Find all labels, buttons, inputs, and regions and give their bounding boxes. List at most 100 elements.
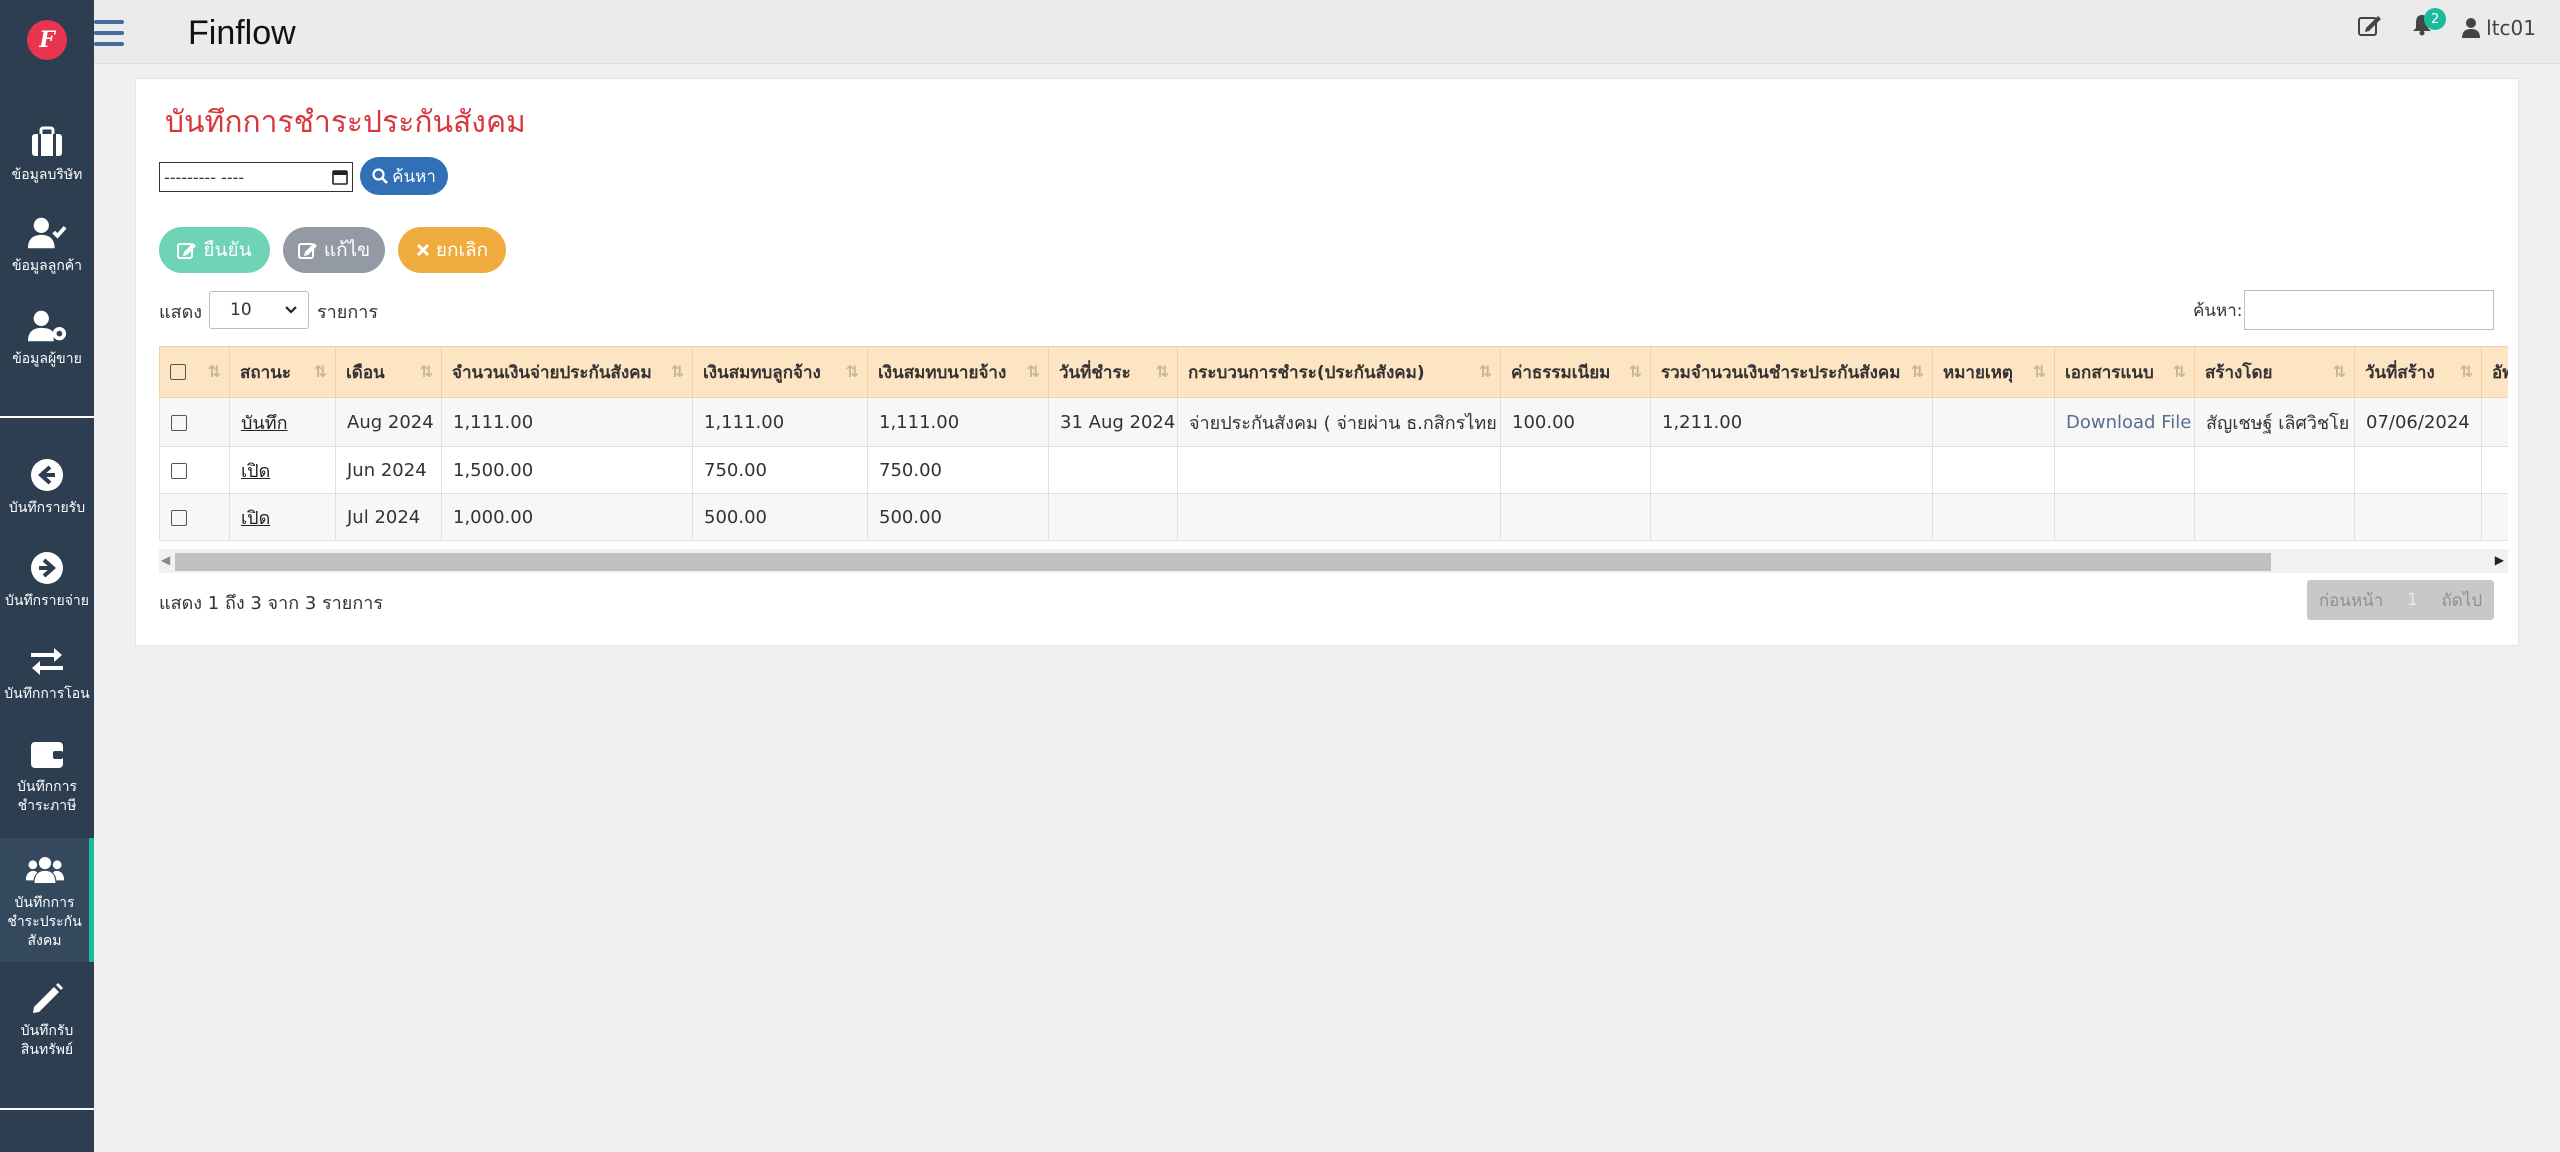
page-length-select[interactable]: 10 [209,291,309,329]
sidebar-item-expense[interactable]: บันทึกรายจ่าย [0,548,94,611]
select-all-checkbox[interactable] [170,364,186,380]
users-icon [25,850,65,890]
month-picker-input[interactable]: --------- ---- [159,162,353,192]
username: ltc01 [2486,15,2536,40]
confirm-button[interactable]: ยืนยัน [159,227,270,273]
month-cell: Aug 2024 [335,397,442,447]
scroll-left-arrow-icon[interactable]: ◀ [161,553,170,567]
employer-contribution-cell: 500.00 [867,493,1049,541]
column-header[interactable]: เงินสมทบนายจ้าง ⇅ [867,346,1049,398]
sidebar-item-customers[interactable]: ข้อมูลลูกค้า [0,213,94,276]
note-cell [1932,397,2055,447]
month-cell: Jun 2024 [335,446,442,494]
topbar-actions: 2 ltc01 [2358,8,2536,41]
scroll-right-arrow-icon[interactable]: ▶ [2495,553,2504,567]
sort-icon: ⇅ [1910,362,1924,381]
status-link[interactable]: เปิด [241,508,270,529]
created-by-cell [2194,493,2355,541]
sidebar: F ข้อมูลบริษัท ข้อมูลลูกค้า ข้อมูลผู้ขาย… [0,0,94,1152]
page-title: บันทึกการชำระประกันสังคม [165,105,526,140]
download-file-link[interactable]: Download File [2066,412,2191,433]
table-row: บันทึก Aug 2024 1,111.00 1,111.00 1,111.… [159,397,2508,447]
horizontal-scrollbar[interactable]: ◀ ▶ [159,549,2508,573]
topbar: Finflow 2 ltc01 [94,0,2560,64]
confirm-button-label: ยืนยัน [203,239,252,261]
sort-icon: ⇅ [1155,362,1169,381]
sidebar-divider [0,416,94,418]
arrow-left-circle-icon [27,455,67,495]
total-cell: 1,211.00 [1650,397,1933,447]
sidebar-item-social-security[interactable]: บันทึกการชำระประกันสังคม [0,838,94,962]
sidebar-item-income[interactable]: บันทึกรายรับ [0,455,94,518]
column-header[interactable]: กระบวนการชำระ(ประกันสังคม) ⇅ [1177,346,1501,398]
filter-input[interactable] [2244,290,2494,330]
column-header[interactable]: อัพ [2481,346,2508,398]
search-icon [372,168,389,184]
column-header[interactable]: ค่าธรรมเนียม ⇅ [1500,346,1651,398]
column-header[interactable]: สร้างโดย ⇅ [2194,346,2355,398]
process-cell [1177,446,1501,494]
status-cell: เปิด [229,493,336,541]
column-header[interactable]: หมายเหตุ ⇅ [1932,346,2055,398]
fee-cell [1500,446,1651,494]
sidebar-item-company[interactable]: ข้อมูลบริษัท [0,122,94,185]
column-header[interactable]: วันที่ชำระ ⇅ [1048,346,1178,398]
content-panel: บันทึกการชำระประกันสังคม --------- ---- … [135,78,2519,646]
sidebar-item-vendors[interactable]: ข้อมูลผู้ขาย [0,306,94,369]
status-link[interactable]: บันทึก [241,413,288,434]
search-button-label: ค้นหา [392,166,436,187]
column-header[interactable]: จำนวนเงินจ่ายประกันสังคม ⇅ [441,346,693,398]
notifications-button[interactable]: 2 [2412,8,2447,41]
pay-date-cell [1048,446,1178,494]
sort-icon: ⇅ [419,362,433,381]
pagination-next[interactable]: ถัดไป [2441,587,2482,614]
sidebar-item-label: บันทึกรายจ่าย [4,593,89,609]
app-logo[interactable]: F [27,20,67,60]
column-header[interactable]: สถานะ ⇅ [229,346,336,398]
search-button[interactable]: ค้นหา [360,157,448,195]
status-link[interactable]: เปิด [241,461,270,482]
status-cell: เปิด [229,446,336,494]
total-cell [1650,493,1933,541]
pagination-prev[interactable]: ก่อนหน้า [2319,587,2384,614]
social-security-table: ⇅ สถานะ ⇅ เดือน ⇅ จำนวนเงินจ่ายประกันสังคม… [159,346,2508,541]
edit-note-icon[interactable] [2358,14,2382,41]
row-checkbox[interactable] [171,509,187,526]
employee-contribution-cell: 1,111.00 [692,397,868,447]
wallet-icon [27,734,67,774]
created-by-cell: สัญเชษฐ์ เลิศวิชโย [2194,397,2355,447]
chevron-down-icon [285,306,297,314]
scrollbar-thumb[interactable] [175,553,2271,571]
created-date-cell: 07/06/2024 [2354,397,2482,447]
column-header[interactable]: วันที่สร้าง ⇅ [2354,346,2482,398]
sort-icon: ⇅ [1026,362,1040,381]
attachment-cell [2054,493,2195,541]
sort-icon[interactable]: ⇅ [208,362,221,381]
user-menu[interactable]: ltc01 [2462,16,2536,40]
sidebar-item-label: ข้อมูลบริษัท [11,167,83,183]
edit-button[interactable]: แก้ไข [283,227,385,273]
calendar-icon[interactable] [332,169,348,185]
column-header[interactable]: รวมจำนวนเงินชำระประกันสังคม ⇅ [1650,346,1933,398]
hamburger-menu-icon[interactable] [94,20,124,46]
sidebar-item-tax[interactable]: บันทึกการชำระภาษี [0,734,94,816]
sort-icon: ⇅ [670,362,684,381]
sort-icon: ⇅ [2332,362,2346,381]
pagination-current-page[interactable]: 1 [2407,590,2418,610]
sidebar-item-transfer[interactable]: บันทึกการโอน [0,641,94,704]
sidebar-divider [0,1108,94,1110]
row-checkbox[interactable] [171,414,187,431]
created-by-cell [2194,446,2355,494]
edit-icon [297,243,317,259]
column-header[interactable]: เอกสารแนบ ⇅ [2054,346,2195,398]
month-cell: Jul 2024 [335,493,442,541]
attachment-cell [2054,446,2195,494]
column-header[interactable]: เดือน ⇅ [335,346,442,398]
show-label: แสดง [159,302,203,323]
cancel-button[interactable]: ยกเลิก [398,227,506,273]
column-header[interactable]: เงินสมทบลูกจ้าง ⇅ [692,346,868,398]
amount-cell: 1,111.00 [441,397,693,447]
row-checkbox[interactable] [171,462,187,479]
sidebar-item-assets[interactable]: บันทึกรับสินทรัพย์ [0,978,94,1060]
sidebar-item-label: บันทึกการโอน [4,686,90,702]
